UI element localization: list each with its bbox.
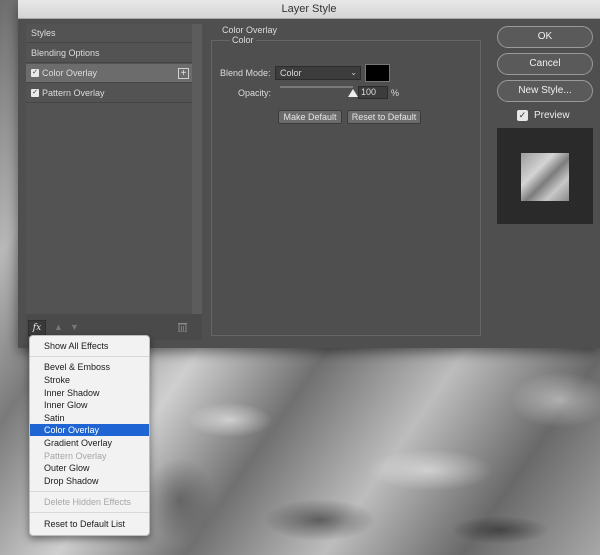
menu-item-pattern-overlay: Pattern Overlay [44,451,107,461]
group-label: Color [230,35,256,45]
move-up-icon[interactable]: ▲ [54,322,63,332]
new-style-button[interactable]: New Style... [497,80,593,102]
menu-separator [30,356,149,357]
color-overlay-checkbox[interactable]: ✓ [31,68,39,77]
section-title: Color Overlay [222,25,278,35]
layer-style-dialog: Layer Style Styles Blending Options ✓ Col… [18,0,600,348]
opacity-slider-track[interactable] [280,86,353,88]
sidebar-item-pattern-overlay[interactable]: ✓ Pattern Overlay [26,84,192,103]
effects-list: Styles Blending Options ✓ Color Overlay +… [26,24,192,314]
menu-item-outer-glow[interactable]: Outer Glow [30,462,149,474]
menu-item-stroke[interactable]: Stroke [30,374,149,386]
menu-item-bevel-emboss[interactable]: Bevel & Emboss [30,361,149,373]
sidebar-item-label: Pattern Overlay [42,88,105,98]
menu-item-drop-shadow[interactable]: Drop Shadow [30,475,149,487]
move-down-icon[interactable]: ▼ [70,322,79,332]
sidebar-item-color-overlay[interactable]: ✓ Color Overlay + [26,64,192,83]
fx-dropdown-menu: Show All Effects Bevel & Emboss Stroke I… [29,335,150,536]
ok-button[interactable]: OK [497,26,593,48]
sidebar-item-blending-options[interactable]: Blending Options [26,44,192,63]
blend-mode-select[interactable]: Color ⌄ [275,66,361,80]
preview-thumbnail [521,153,569,201]
opacity-unit: % [391,88,400,98]
style-preview [497,128,593,224]
chevron-down-icon: ⌄ [350,68,357,77]
sidebar-item-label: Styles [31,28,56,38]
preview-label: Preview [534,110,570,121]
reset-to-default-button[interactable]: Reset to Default [347,110,421,124]
menu-separator [30,512,149,513]
menu-item-show-all-effects[interactable]: Show All Effects [30,340,149,352]
opacity-label: Opacity: [238,88,272,98]
menu-item-delete-hidden-effects: Delete Hidden Effects [44,497,131,507]
opacity-input[interactable]: 100 [358,86,388,99]
menu-item-reset-default-list[interactable]: Reset to Default List [30,518,149,530]
sidebar-item-styles[interactable]: Styles [26,24,192,43]
effect-settings-panel: Color Overlay Color Blend Mode: Color ⌄ … [208,24,484,340]
pattern-overlay-checkbox[interactable]: ✓ [31,88,39,97]
menu-item-gradient-overlay[interactable]: Gradient Overlay [30,437,149,449]
sidebar-item-label: Color Overlay [42,68,98,78]
blend-mode-value: Color [280,68,302,78]
trash-icon[interactable] [178,322,187,332]
cancel-button[interactable]: Cancel [497,53,593,75]
sidebar-item-label: Blending Options [31,48,100,58]
dialog-title: Layer Style [18,0,600,19]
menu-item-inner-glow[interactable]: Inner Glow [30,399,149,411]
sidebar-scrollbar[interactable] [192,24,202,314]
fx-button[interactable]: fx [28,320,46,336]
make-default-button[interactable]: Make Default [278,110,342,124]
color-group: Color Blend Mode: Color ⌄ Opacity: 100 %… [211,35,481,336]
effects-sidebar: Styles Blending Options ✓ Color Overlay +… [26,24,202,340]
preview-checkbox[interactable]: ✓ [517,110,528,121]
menu-separator [30,491,149,492]
menu-item-inner-shadow[interactable]: Inner Shadow [30,387,149,399]
menu-item-color-overlay[interactable]: Color Overlay [30,424,149,436]
blend-mode-label: Blend Mode: [220,68,271,78]
add-effect-icon[interactable]: + [178,68,189,79]
overlay-color-swatch[interactable] [365,64,390,82]
menu-item-satin[interactable]: Satin [30,412,149,424]
opacity-slider-thumb[interactable] [348,89,358,97]
